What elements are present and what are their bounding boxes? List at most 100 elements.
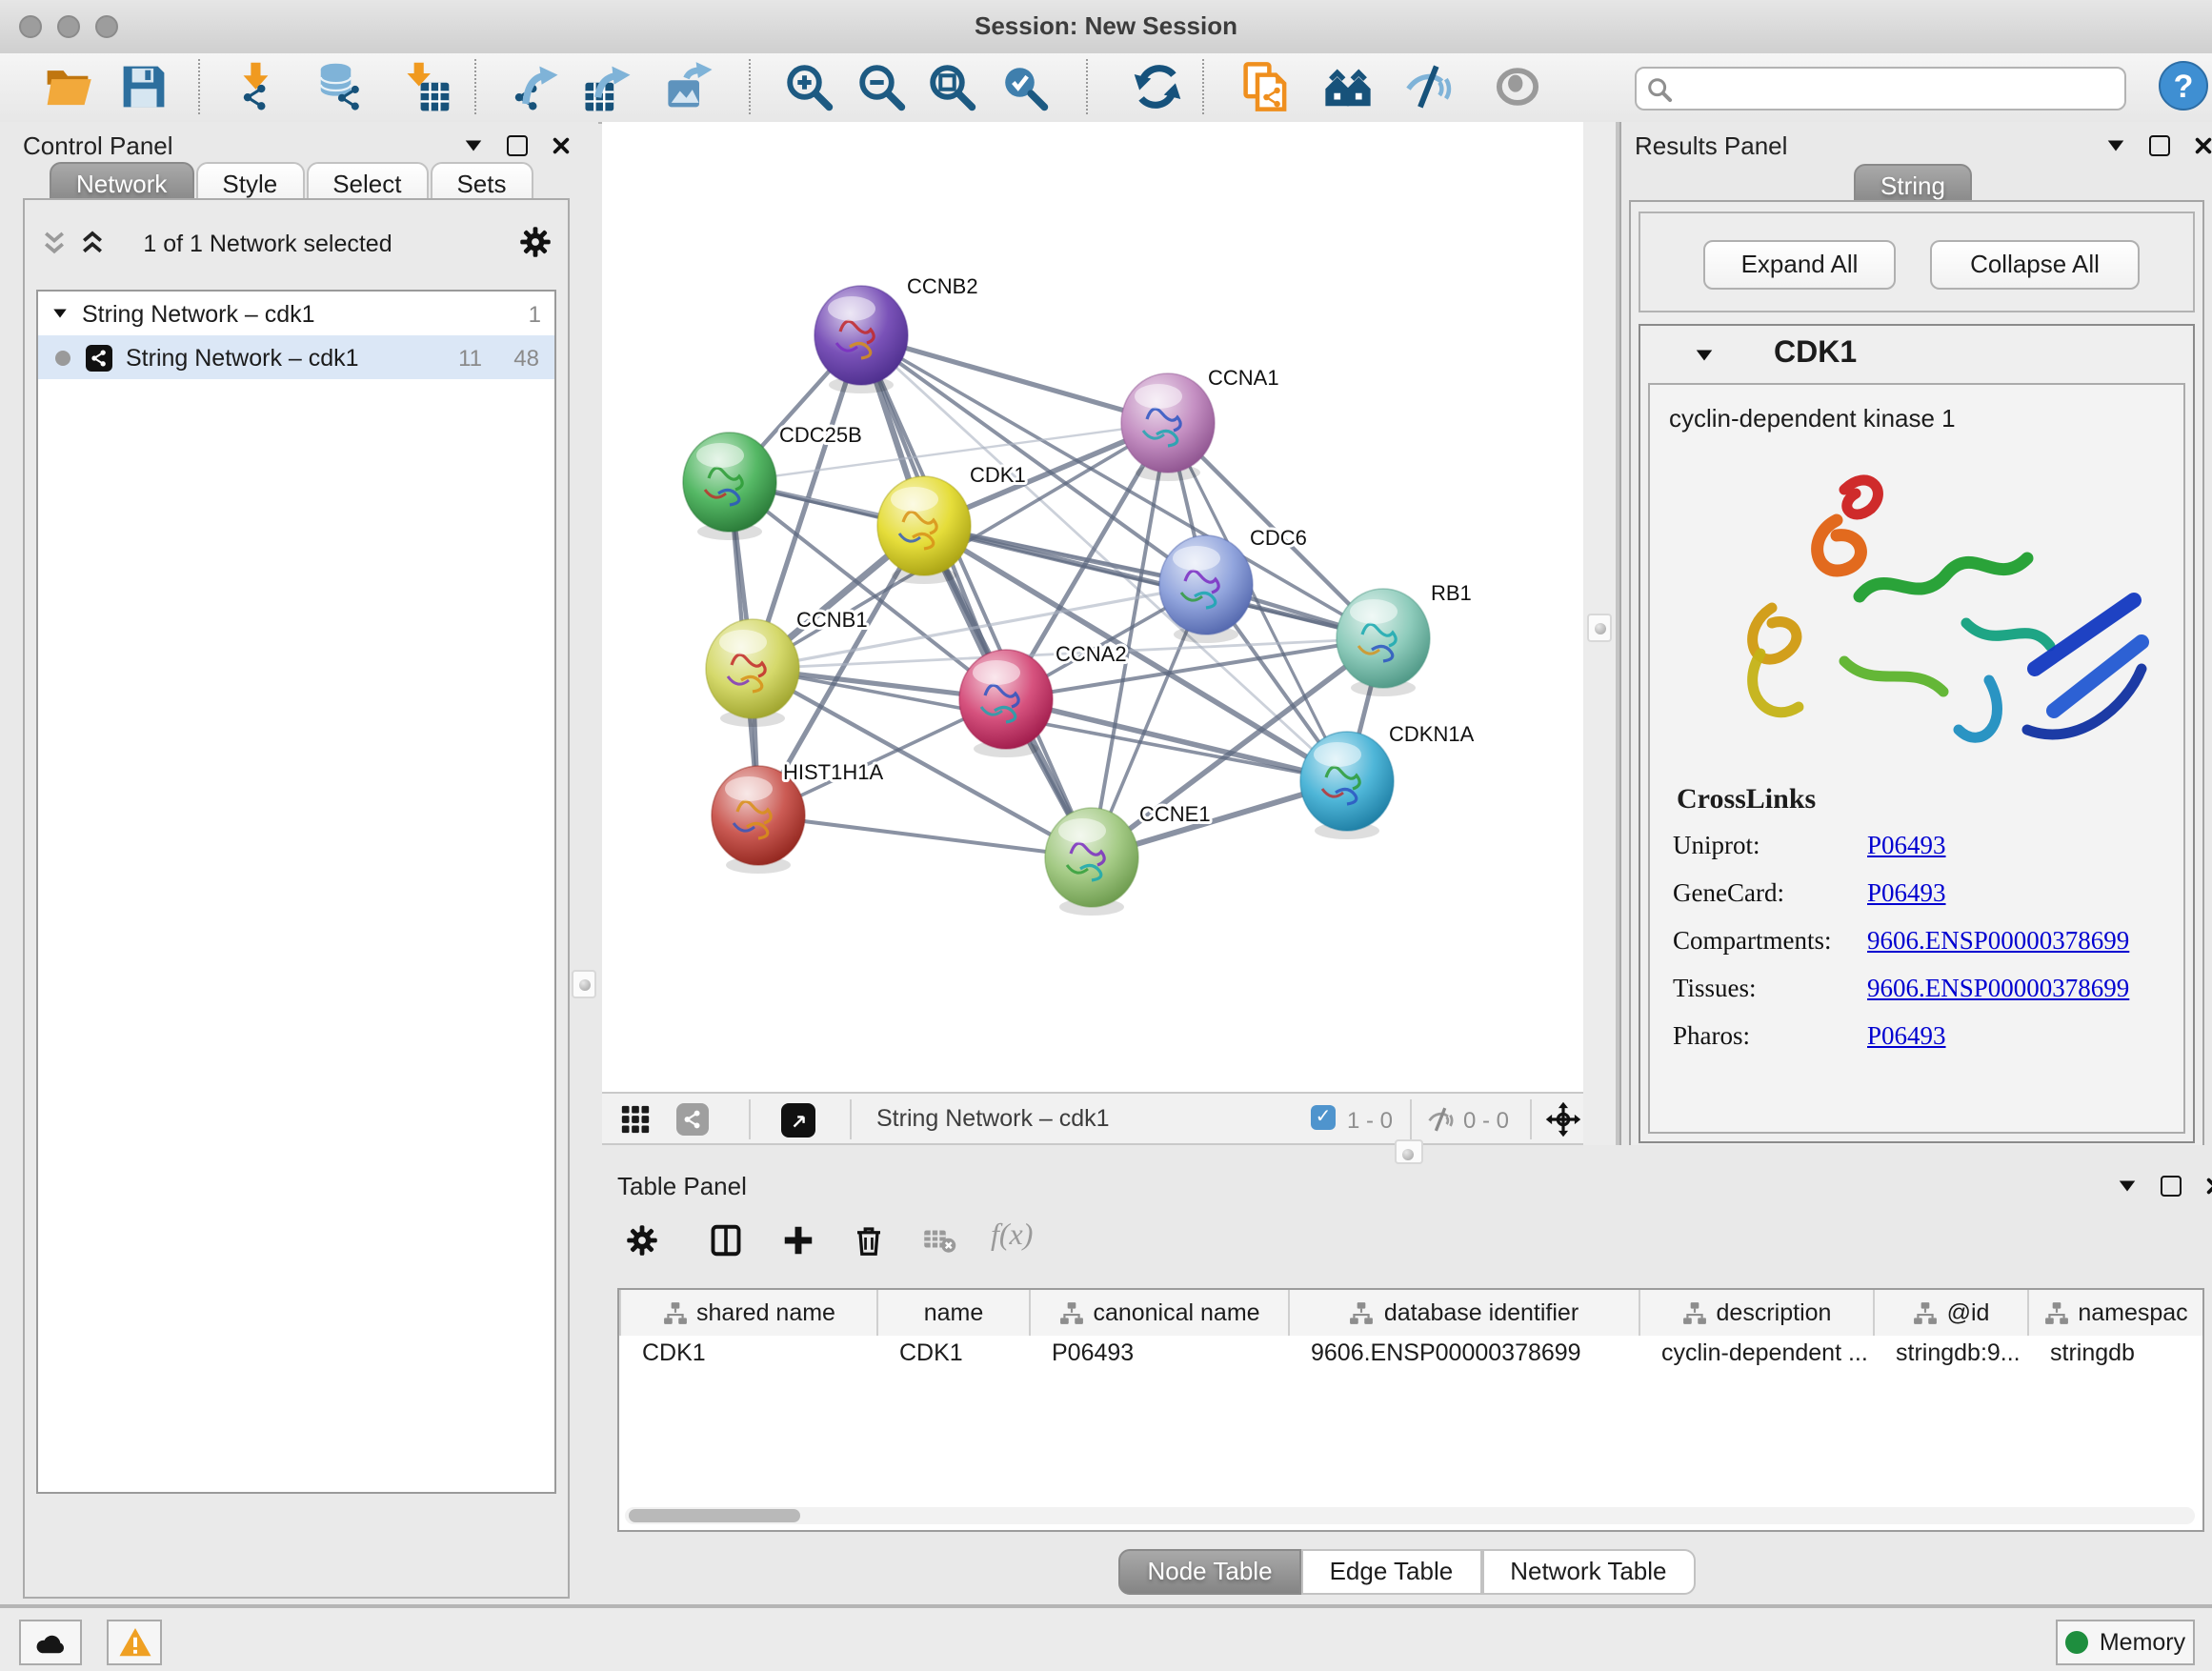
help-button[interactable]: ?: [2159, 61, 2208, 111]
right-splitter-handle[interactable]: [1587, 614, 1612, 642]
left-splitter-handle[interactable]: [572, 970, 596, 998]
network-node-ccnb1[interactable]: [706, 619, 799, 727]
clone-network-document-icon[interactable]: [1240, 61, 1292, 112]
panel-menu-icon[interactable]: [463, 135, 484, 156]
open-session-icon[interactable]: [42, 61, 93, 112]
table-cell[interactable]: stringdb: [2027, 1339, 2202, 1378]
network-node-rb1[interactable]: [1337, 589, 1430, 696]
node-label-hist1h1a: HIST1H1A: [783, 760, 883, 784]
tab-node-table[interactable]: Node Table: [1118, 1549, 1300, 1595]
crosslink-link[interactable]: P06493: [1867, 1021, 2183, 1052]
collection-disclosure-icon[interactable]: [51, 305, 69, 322]
panel-menu-icon[interactable]: [2117, 1176, 2138, 1197]
warnings-button[interactable]: [107, 1620, 162, 1665]
network-node-cdk1[interactable]: [877, 476, 971, 584]
crosslink-row: GeneCard:P06493: [1673, 878, 2183, 909]
table-cell[interactable]: cyclin-dependent ...: [1639, 1339, 1873, 1378]
cloud-button[interactable]: [19, 1620, 82, 1665]
crosslink-link[interactable]: P06493: [1867, 878, 2183, 909]
eye-slash-icon[interactable]: [1404, 61, 1456, 112]
network-row[interactable]: String Network – cdk1 11 48: [38, 335, 554, 379]
string-network-badge-icon[interactable]: [676, 1103, 709, 1136]
node-label-cdc25b: CDC25B: [779, 423, 862, 447]
crosslink-row: Pharos:P06493: [1673, 1021, 2183, 1052]
gene-disclosure-icon[interactable]: [1694, 345, 1715, 366]
search-field: [1635, 67, 2126, 111]
expand-all-button[interactable]: Expand All: [1703, 240, 1896, 290]
collapse-all-button[interactable]: Collapse All: [1930, 240, 2140, 290]
add-column-icon[interactable]: [781, 1223, 815, 1258]
network-node-ccne1[interactable]: [1045, 808, 1138, 916]
tab-edge-table[interactable]: Edge Table: [1301, 1549, 1482, 1595]
network-edge[interactable]: [861, 335, 1092, 857]
network-node-ccnb2[interactable]: [814, 286, 908, 393]
horizontal-splitter-handle[interactable]: [1395, 1139, 1423, 1164]
tab-network-table[interactable]: Network Table: [1481, 1549, 1695, 1595]
zoom-out-icon[interactable]: [855, 61, 907, 112]
table-cell[interactable]: stringdb:9...: [1873, 1339, 2027, 1378]
open-in-new-window-icon[interactable]: [781, 1103, 815, 1137]
memory-button[interactable]: Memory: [2056, 1620, 2195, 1665]
table-cell[interactable]: 9606.ENSP00000378699: [1288, 1339, 1639, 1378]
float-panel-icon[interactable]: [2161, 1176, 2182, 1197]
crosslink-label: Uniprot:: [1673, 831, 1867, 861]
column-header--id[interactable]: @id: [1873, 1290, 2027, 1336]
network-node-ccna1[interactable]: [1121, 373, 1215, 481]
refresh-network-icon[interactable]: [1132, 61, 1183, 112]
network-edge[interactable]: [758, 815, 1092, 857]
crosslink-link[interactable]: 9606.ENSP00000378699: [1867, 974, 2183, 1004]
save-session-icon[interactable]: [118, 61, 170, 112]
column-header-namespac[interactable]: namespac: [2027, 1290, 2202, 1336]
close-panel-icon[interactable]: [2204, 1176, 2212, 1197]
horizontal-splitter[interactable]: [602, 1145, 2212, 1164]
column-header-canonical-name[interactable]: canonical name: [1029, 1290, 1288, 1336]
export-network-icon[interactable]: [511, 61, 562, 112]
import-database-icon[interactable]: [314, 61, 366, 112]
close-panel-icon[interactable]: [2193, 135, 2212, 156]
eye-icon[interactable]: [1492, 61, 1543, 112]
control-panel: Control Panel NetworkStyleSelectSets 1 o…: [0, 122, 598, 1604]
column-header-database-identifier[interactable]: database identifier: [1288, 1290, 1639, 1336]
table-cell[interactable]: CDK1: [876, 1339, 1029, 1378]
table-cell[interactable]: P06493: [1029, 1339, 1288, 1378]
title-bar: Session: New Session: [0, 0, 2212, 55]
column-header-description[interactable]: description: [1639, 1290, 1873, 1336]
network-node-cdkn1a[interactable]: [1300, 732, 1394, 839]
crosslink-label: Pharos:: [1673, 1021, 1867, 1052]
gear-icon[interactable]: [625, 1223, 659, 1258]
close-panel-icon[interactable]: [551, 135, 572, 156]
zoom-in-icon[interactable]: [783, 61, 835, 112]
import-network-icon[interactable]: [231, 61, 282, 112]
float-panel-icon[interactable]: [507, 135, 528, 156]
horizontal-scrollbar: [625, 1507, 2195, 1524]
columns-icon[interactable]: [709, 1223, 743, 1258]
gear-icon[interactable]: [518, 225, 553, 259]
import-table-icon[interactable]: [400, 61, 452, 112]
birds-eye-view-icon[interactable]: [619, 1103, 652, 1136]
houses-icon[interactable]: [1322, 61, 1374, 112]
network-collection-row[interactable]: String Network – cdk1 1: [38, 292, 554, 335]
export-image-icon[interactable]: [665, 61, 716, 112]
float-panel-icon[interactable]: [2149, 135, 2170, 156]
network-node-cdc6[interactable]: [1159, 535, 1253, 643]
network-view: CCNB2CCNA1CDC25BCDK1CDC6RB1CCNB1CCNA2CDK…: [602, 122, 1583, 1092]
table-cell[interactable]: CDK1: [619, 1339, 876, 1378]
crosslink-link[interactable]: 9606.ENSP00000378699: [1867, 926, 2183, 956]
selected-checkbox-icon[interactable]: ✓: [1311, 1105, 1336, 1130]
pan-crosshair-icon[interactable]: [1545, 1101, 1581, 1137]
network-edge[interactable]: [924, 526, 1383, 638]
scrollbar-thumb[interactable]: [629, 1509, 800, 1522]
network-canvas[interactable]: CCNB2CCNA1CDC25BCDK1CDC6RB1CCNB1CCNA2CDK…: [602, 122, 1583, 1092]
zoom-fit-icon[interactable]: [926, 61, 977, 112]
delete-column-icon[interactable]: [852, 1223, 886, 1258]
export-table-icon[interactable]: [583, 61, 634, 112]
network-node-cdc25b[interactable]: [683, 433, 776, 540]
crosslink-link[interactable]: P06493: [1867, 831, 2183, 861]
column-header-name[interactable]: name: [876, 1290, 1029, 1336]
search-input[interactable]: [1679, 70, 2121, 107]
vertical-splitter[interactable]: [1583, 122, 1619, 1157]
node-label-rb1: RB1: [1431, 581, 1472, 605]
zoom-selected-icon[interactable]: [998, 61, 1050, 112]
panel-menu-icon[interactable]: [2105, 135, 2126, 156]
column-header-shared-name[interactable]: shared name: [619, 1290, 876, 1336]
